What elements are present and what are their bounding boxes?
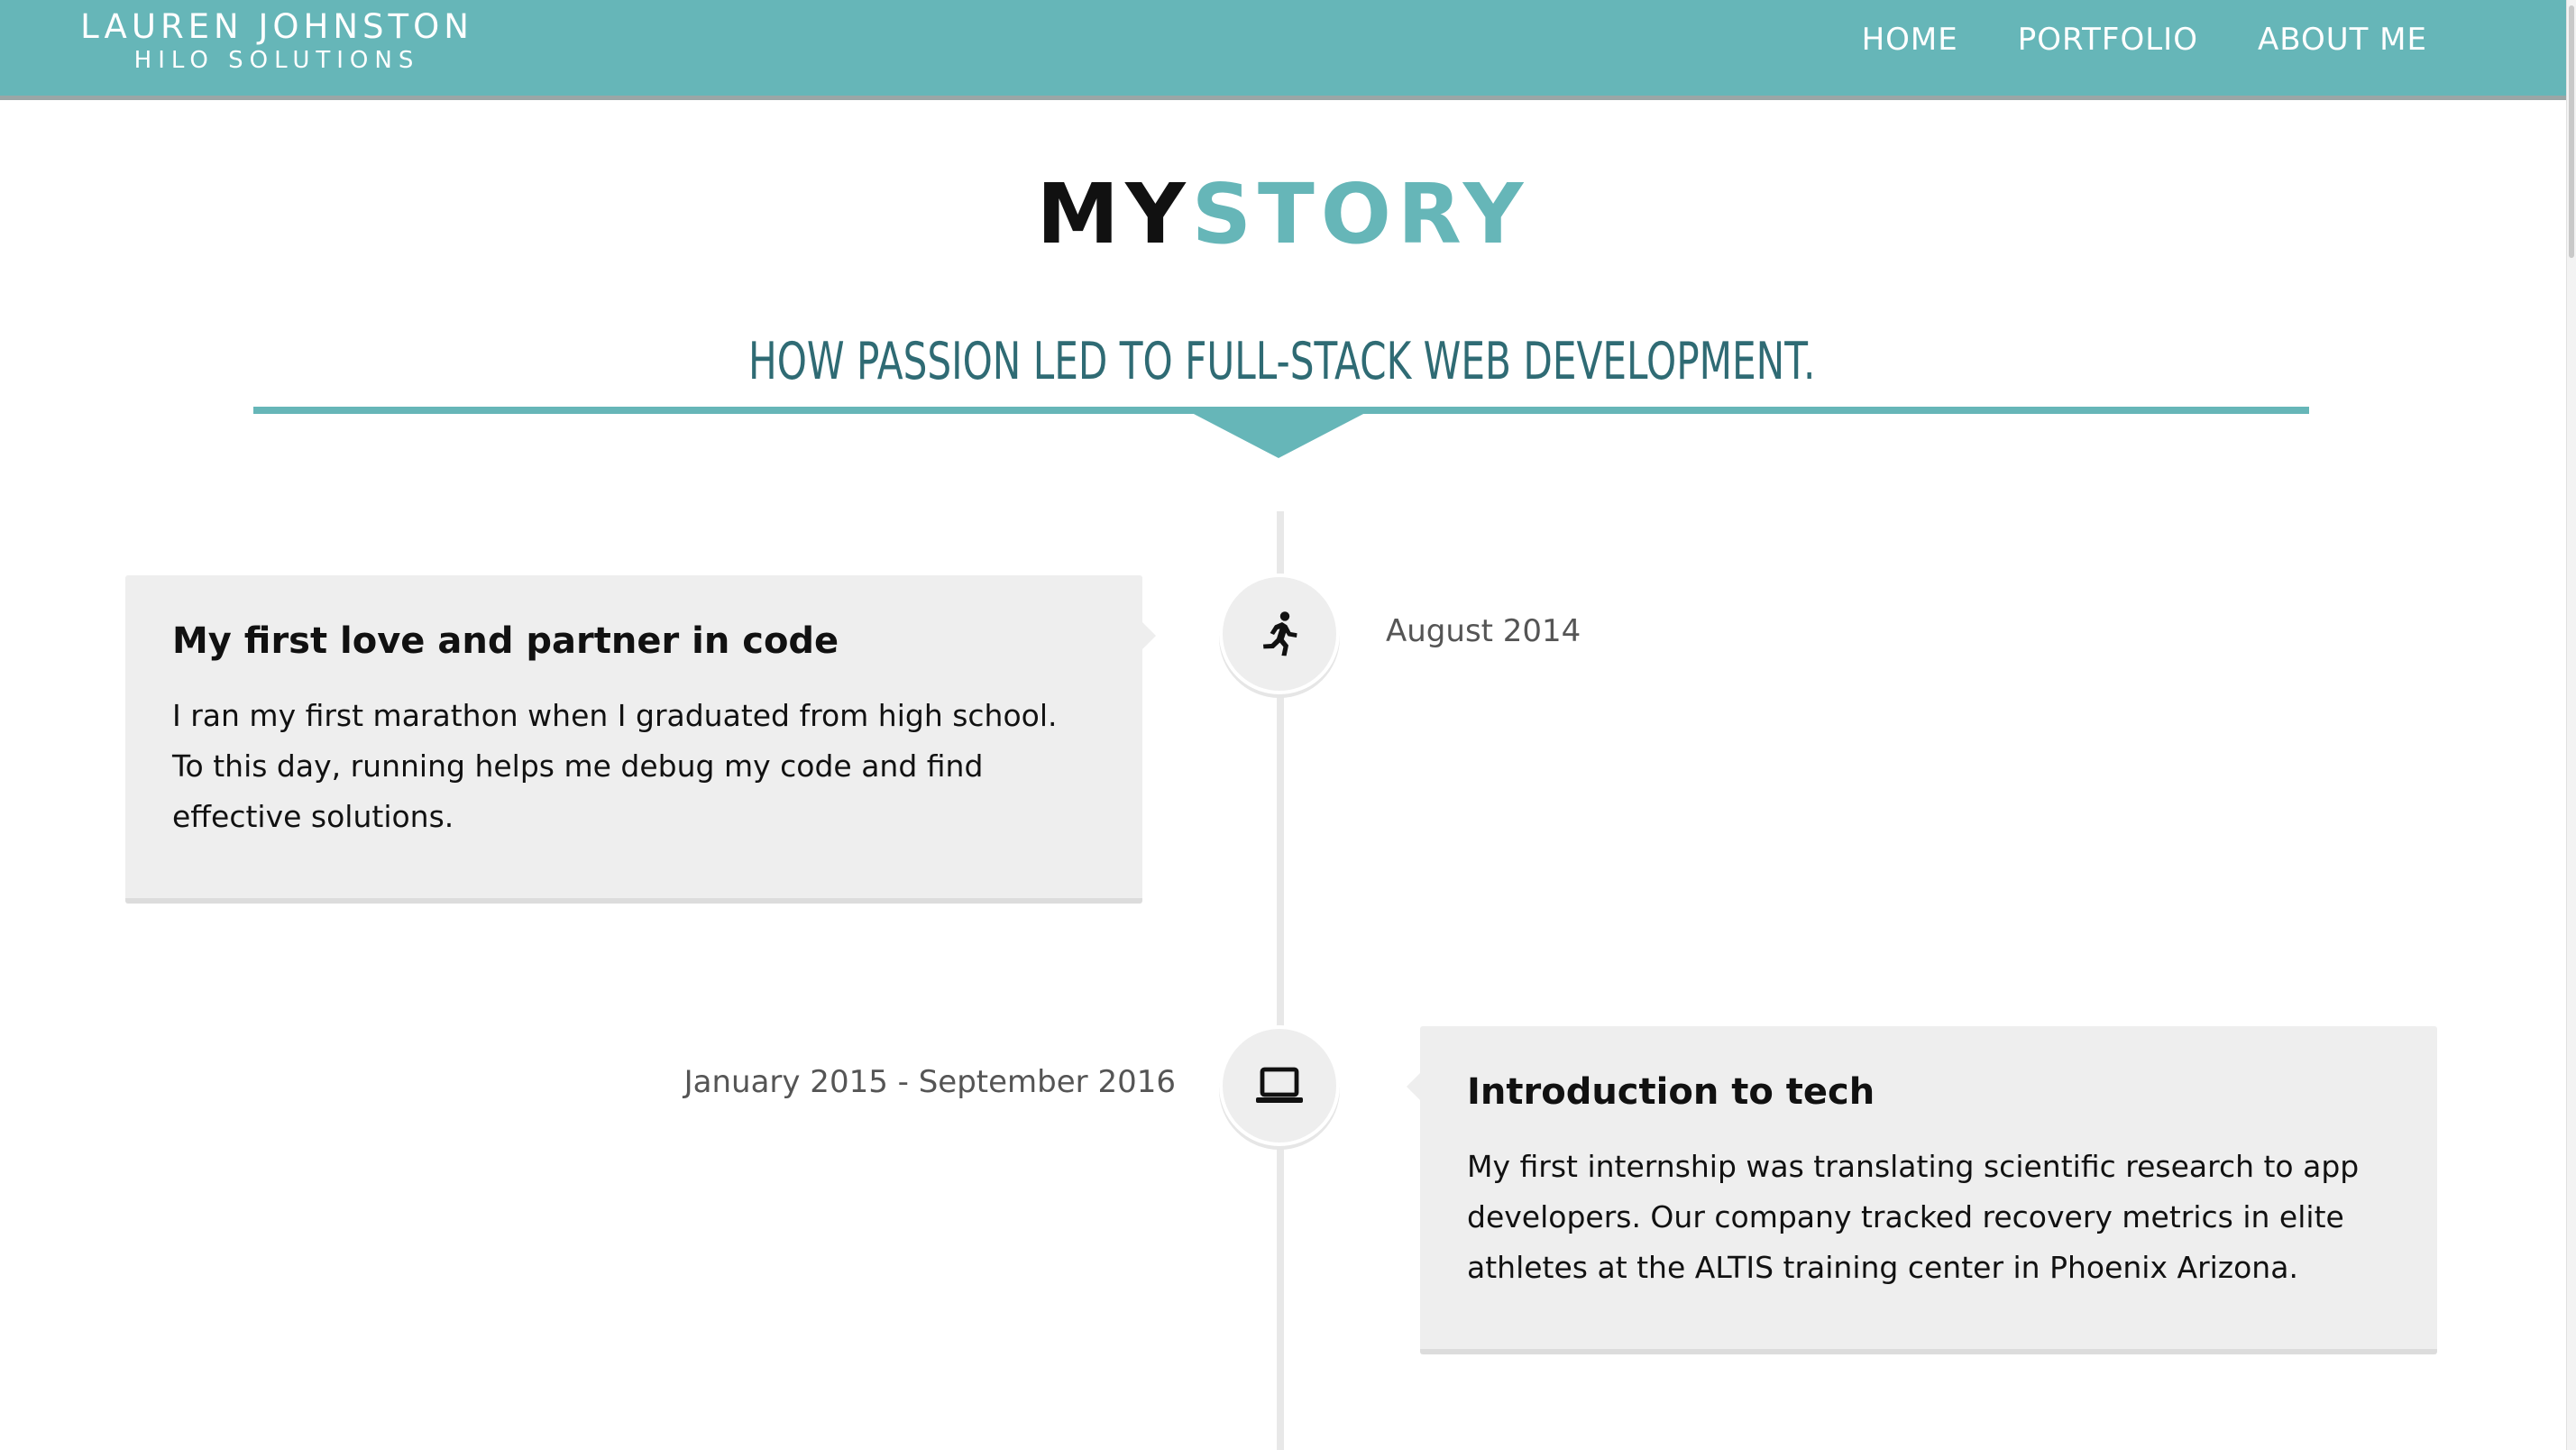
nav-home-link[interactable]: HOME [1862, 20, 1958, 60]
site-header: LAUREN JOHNSTON HILO SOLUTIONS HOME PORT… [0, 0, 2566, 100]
timeline-node [1219, 1025, 1340, 1146]
timeline-date: August 2014 [1386, 613, 1581, 649]
brand-logo[interactable]: LAUREN JOHNSTON HILO SOLUTIONS [76, 7, 478, 74]
page-subtitle: HOW PASSION LED TO FULL-STACK WEB DEVELO… [747, 332, 1816, 391]
title-story: STORY [1191, 166, 1530, 262]
running-icon [1263, 611, 1297, 656]
nav-portfolio-link[interactable]: PORTFOLIO [2018, 20, 2198, 60]
timeline-card-text: My first internship was translating scie… [1467, 1149, 2360, 1285]
divider-arrow [1192, 413, 1365, 458]
timeline-card-title: My first love and partner in code [172, 620, 839, 662]
laptop-icon [1256, 1067, 1303, 1103]
brand-subtitle: HILO SOLUTIONS [133, 47, 420, 74]
main-nav: HOME PORTFOLIO ABOUT ME [1862, 20, 2427, 60]
page-title: MYSTORY [0, 170, 2566, 260]
vertical-scrollbar[interactable] [2566, 0, 2576, 1450]
title-my: MY [1036, 166, 1192, 262]
nav-about-link[interactable]: ABOUT ME [2258, 20, 2427, 60]
timeline-card-text: I ran my first marathon when I graduated… [172, 698, 1058, 834]
timeline-node [1219, 574, 1340, 694]
brand-name: LAUREN JOHNSTON [80, 7, 473, 46]
timeline-card: Introduction to tech My first internship… [1407, 1026, 2437, 1354]
timeline-card: My first love and partner in code I ran … [125, 575, 1156, 904]
scrollbar-thumb[interactable] [2569, 5, 2574, 258]
timeline-card-title: Introduction to tech [1467, 1071, 1875, 1113]
timeline-date: January 2015 - September 2016 [683, 1064, 1176, 1100]
